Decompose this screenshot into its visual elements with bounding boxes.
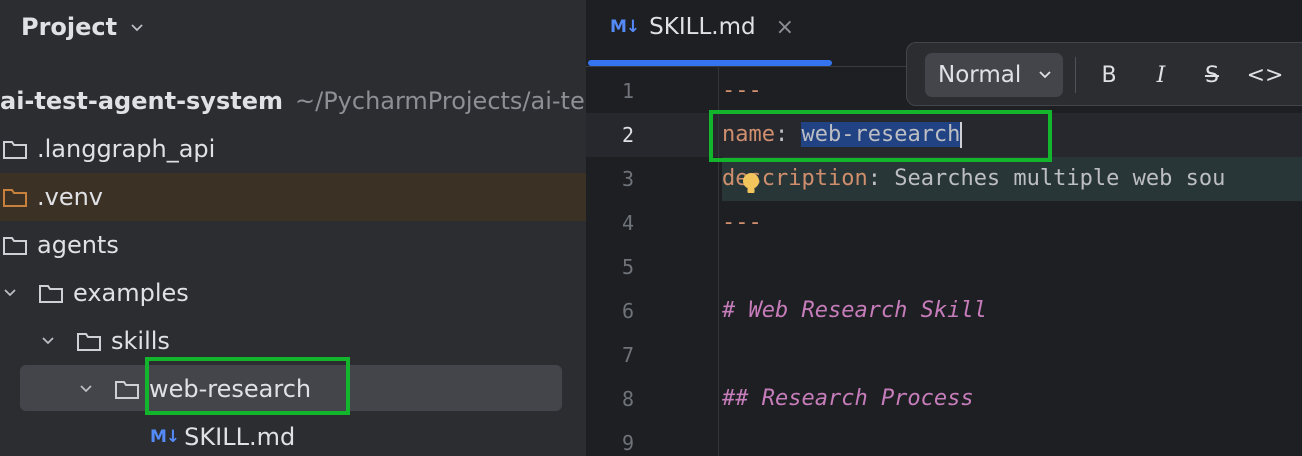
tree-item-web-research[interactable]: web-research <box>0 365 586 413</box>
markdown-file-icon: M↓ <box>150 427 180 447</box>
front-matter-delimiter: --- <box>722 78 762 103</box>
chevron-down-icon[interactable] <box>2 285 18 301</box>
markdown-heading: ## Research Process <box>722 386 974 411</box>
folder-icon <box>39 285 63 303</box>
code-line[interactable]: # Web Research Skill <box>722 289 987 333</box>
line-number: 1 <box>621 79 634 103</box>
line-number: 9 <box>621 431 634 455</box>
tree-item-label: web-research <box>149 375 312 403</box>
tree-item-label: skills <box>111 327 170 355</box>
tree-item-agents[interactable]: agents <box>0 221 586 269</box>
project-view-selector[interactable]: Project <box>21 11 145 43</box>
yaml-colon: : <box>867 166 895 191</box>
tree-item-path: ~/PycharmProjects/ai-tes <box>295 87 586 115</box>
selected-text: web-research <box>801 122 961 147</box>
code-line[interactable]: name: web-research <box>722 113 963 157</box>
tree-item-root[interactable]: ai-test-agent-system ~/PycharmProjects/a… <box>0 77 586 125</box>
italic-icon: I <box>1156 62 1166 88</box>
italic-button[interactable]: I <box>1143 55 1179 95</box>
code-line[interactable]: --- <box>722 201 762 245</box>
close-icon[interactable]: × <box>776 15 794 40</box>
markdown-heading: # Web Research Skill <box>722 298 987 323</box>
chevron-down-icon[interactable] <box>78 381 94 397</box>
tree-item-examples[interactable]: examples <box>0 269 586 317</box>
tree-item-label: agents <box>37 231 119 259</box>
markdown-format-toolbar: Normal B I S <> <box>906 42 1302 106</box>
tab-label: SKILL.md <box>649 14 756 40</box>
tree-item-label: examples <box>73 279 189 307</box>
strikethrough-button[interactable]: S <box>1194 55 1230 95</box>
chevron-down-icon[interactable] <box>40 333 56 349</box>
code-line[interactable]: --- <box>722 69 762 113</box>
yaml-key-part: scription <box>748 166 868 191</box>
strikethrough-icon: S <box>1205 62 1219 88</box>
tab-skill-md[interactable]: M↓ SKILL.md × <box>610 10 794 44</box>
tree-item-venv[interactable]: .venv <box>0 173 586 221</box>
chevron-down-icon <box>1039 71 1051 79</box>
tree-item-skills[interactable]: skills <box>0 317 586 365</box>
folder-icon <box>3 141 27 159</box>
style-select-value: Normal <box>938 62 1022 88</box>
tree-item-skill-md[interactable]: M↓ SKILL.md <box>0 413 586 456</box>
bold-button[interactable]: B <box>1091 55 1127 95</box>
toolbar-divider <box>1075 57 1076 93</box>
project-title: Project <box>21 13 118 41</box>
line-number: 5 <box>621 255 634 279</box>
line-number: 2 <box>621 123 634 147</box>
bold-icon: B <box>1101 62 1117 88</box>
line-number: 4 <box>621 211 634 235</box>
tree-item-langgraph-api[interactable]: .langgraph_api <box>0 125 586 173</box>
folder-icon <box>3 189 27 207</box>
line-number: 7 <box>621 343 634 367</box>
yaml-colon: : <box>774 122 802 147</box>
folder-icon <box>77 333 101 351</box>
code-icon: <> <box>1246 62 1284 88</box>
project-panel: Project ai-test-agent-system ~/PycharmPr… <box>0 0 586 456</box>
tree-item-label: SKILL.md <box>184 423 296 451</box>
code-button[interactable]: <> <box>1246 55 1284 95</box>
lightbulb-icon[interactable] <box>742 172 760 196</box>
folder-icon <box>115 381 139 399</box>
text-caret <box>960 122 963 148</box>
tree-item-label: .venv <box>37 183 104 211</box>
code-line[interactable]: ## Research Process <box>722 377 974 421</box>
yaml-value: Searches multiple web sou <box>894 166 1226 191</box>
tree-item-label: ai-test-agent-system <box>0 87 283 115</box>
line-number: 6 <box>621 299 634 323</box>
yaml-key: name <box>722 122 775 147</box>
folder-icon <box>3 237 27 255</box>
markdown-file-icon: M↓ <box>610 17 640 37</box>
front-matter-delimiter: --- <box>722 210 762 235</box>
line-number-gutter: 1 2 3 4 5 6 7 8 9 <box>586 66 719 456</box>
tree-item-label: .langgraph_api <box>37 135 216 163</box>
editor-pane: M↓ SKILL.md × 1 2 3 4 5 6 7 8 9 --- name… <box>586 0 1302 456</box>
paragraph-style-select[interactable]: Normal <box>925 53 1063 97</box>
chevron-down-icon <box>131 24 143 32</box>
code-line[interactable]: description: Searches multiple web sou <box>722 157 1225 201</box>
line-number: 3 <box>621 167 634 191</box>
line-number: 8 <box>621 387 634 411</box>
